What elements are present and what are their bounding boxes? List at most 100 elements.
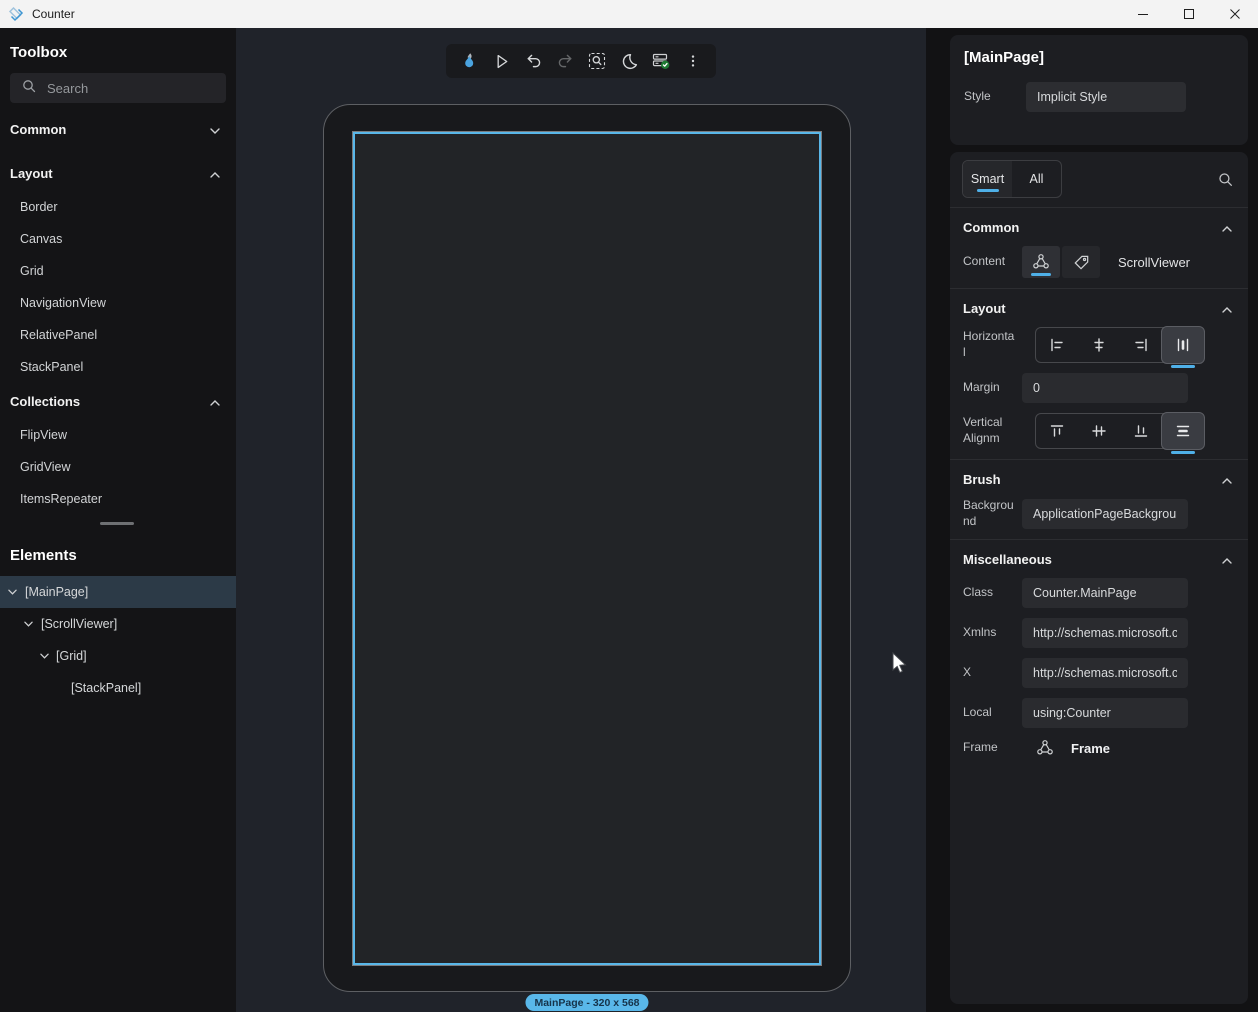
search-icon	[21, 78, 37, 99]
selected-element-card: [MainPage] Style	[950, 35, 1248, 145]
chevron-up-icon	[1222, 220, 1232, 235]
tree-item-label: [StackPanel]	[71, 681, 141, 695]
toolbox-section-layout[interactable]: Layout	[0, 155, 236, 191]
toolbox-item-gridview[interactable]: GridView	[0, 451, 236, 483]
toolbox-item-border[interactable]: Border	[0, 191, 236, 223]
style-label: Style	[964, 89, 1016, 105]
connection-status-icon[interactable]	[650, 50, 672, 72]
v-align-center-button[interactable]	[1078, 414, 1120, 448]
h-align-stretch-button[interactable]	[1161, 326, 1205, 364]
toolbox-section-common[interactable]: Common	[0, 111, 236, 147]
frame-value[interactable]: Frame	[1071, 741, 1110, 756]
tree-item-stackpanel[interactable]: [StackPanel]	[0, 672, 236, 704]
class-row: Class	[950, 578, 1248, 608]
play-icon[interactable]	[490, 50, 512, 72]
hot-reload-flame-icon[interactable]	[458, 50, 480, 72]
mouse-cursor	[891, 652, 909, 681]
redo-icon[interactable]	[554, 50, 576, 72]
chevron-down-icon[interactable]	[24, 621, 33, 627]
close-button[interactable]	[1212, 0, 1258, 28]
class-label: Class	[963, 585, 1015, 601]
background-input[interactable]	[1022, 499, 1188, 529]
tab-all[interactable]: All	[1012, 161, 1061, 197]
tree-item-mainpage[interactable]: [MainPage]	[0, 576, 236, 608]
toolbox-search-input[interactable]	[47, 81, 197, 96]
local-row: Local	[950, 698, 1248, 728]
chevron-up-icon	[1222, 301, 1232, 316]
design-canvas[interactable]: MainPage - 320 x 568	[236, 28, 926, 1012]
selected-element-title: [MainPage]	[964, 49, 1234, 66]
margin-input[interactable]	[1022, 373, 1188, 403]
style-input[interactable]	[1026, 82, 1186, 112]
properties-search-icon[interactable]	[1217, 171, 1234, 188]
active-tab-underline	[977, 189, 999, 192]
content-element-mode-button[interactable]	[1022, 246, 1060, 278]
v-align-bottom-button[interactable]	[1120, 414, 1162, 448]
v-align-stretch-button[interactable]	[1161, 412, 1205, 450]
toolbox-item-navigationview[interactable]: NavigationView	[0, 287, 236, 319]
vertical-alignment-label: Vertical Alignm	[963, 415, 1015, 446]
background-row: Background	[950, 498, 1248, 529]
undo-icon[interactable]	[522, 50, 544, 72]
background-label: Background	[963, 498, 1015, 529]
xmlns-input[interactable]	[1022, 618, 1188, 648]
zoom-to-fit-icon[interactable]	[586, 50, 608, 72]
vertical-alignment-row: Vertical Alignm	[950, 413, 1248, 449]
chevron-down-icon[interactable]	[40, 653, 49, 659]
toolbox-item-grid[interactable]: Grid	[0, 255, 236, 287]
section-label: Miscellaneous	[963, 552, 1052, 567]
chevron-down-icon[interactable]	[8, 589, 17, 595]
page-design-surface[interactable]	[353, 132, 821, 965]
toolbox-section-collections[interactable]: Collections	[0, 383, 236, 419]
toolbox-item-flipview[interactable]: FlipView	[0, 419, 236, 451]
minimize-button[interactable]	[1120, 0, 1166, 28]
properties-panel: [MainPage] Style Smart All	[926, 28, 1258, 1012]
toolbox-title: Toolbox	[0, 28, 236, 73]
chevron-up-icon	[210, 394, 220, 409]
chevron-up-icon	[1222, 552, 1232, 567]
xmlns-row: Xmlns	[950, 618, 1248, 648]
vertical-alignment-group	[1035, 413, 1205, 449]
section-layout[interactable]: Layout	[950, 289, 1248, 327]
section-brush[interactable]: Brush	[950, 460, 1248, 498]
toolbox-item-canvas[interactable]: Canvas	[0, 223, 236, 255]
maximize-button[interactable]	[1166, 0, 1212, 28]
xmlns-label: Xmlns	[963, 625, 1015, 641]
toolbox-item-relativepanel[interactable]: RelativePanel	[0, 319, 236, 351]
content-value[interactable]: ScrollViewer	[1118, 255, 1190, 270]
canvas-toolbar	[446, 44, 716, 78]
toolbox-item-itemsrepeater[interactable]: ItemsRepeater	[0, 483, 236, 515]
toolbox-item-stackpanel[interactable]: StackPanel	[0, 351, 236, 383]
section-miscellaneous[interactable]: Miscellaneous	[950, 540, 1248, 578]
toolbox-search[interactable]	[10, 73, 226, 103]
h-align-right-button[interactable]	[1120, 328, 1162, 362]
content-tag-mode-button[interactable]	[1062, 246, 1100, 278]
window-title: Counter	[32, 7, 75, 21]
tree-item-grid[interactable]: [Grid]	[0, 640, 236, 672]
element-reference-icon	[1035, 738, 1055, 758]
theme-moon-icon[interactable]	[618, 50, 640, 72]
horizontal-alignment-label: Horizontal	[963, 329, 1015, 360]
toolbox-horizontal-scrollbar[interactable]	[0, 519, 236, 529]
device-label-badge: MainPage - 320 x 568	[525, 994, 648, 1011]
more-options-icon[interactable]	[682, 50, 704, 72]
tab-smart[interactable]: Smart	[963, 161, 1012, 197]
horizontal-alignment-group	[1035, 327, 1205, 363]
section-label: Collections	[10, 394, 80, 409]
section-common[interactable]: Common	[950, 208, 1248, 246]
margin-label: Margin	[963, 380, 1015, 396]
h-align-center-button[interactable]	[1078, 328, 1120, 362]
h-align-left-button[interactable]	[1036, 328, 1078, 362]
class-input[interactable]	[1022, 578, 1188, 608]
tree-item-scrollviewer[interactable]: [ScrollViewer]	[0, 608, 236, 640]
local-input[interactable]	[1022, 698, 1188, 728]
content-label: Content	[963, 254, 1015, 270]
tab-label: Smart	[971, 172, 1004, 186]
x-row: X	[950, 658, 1248, 688]
tree-item-label: [MainPage]	[25, 585, 88, 599]
v-align-top-button[interactable]	[1036, 414, 1078, 448]
horizontal-alignment-row: Horizontal	[950, 327, 1248, 363]
chevron-up-icon	[1222, 472, 1232, 487]
x-input[interactable]	[1022, 658, 1188, 688]
section-label: Layout	[963, 301, 1006, 316]
